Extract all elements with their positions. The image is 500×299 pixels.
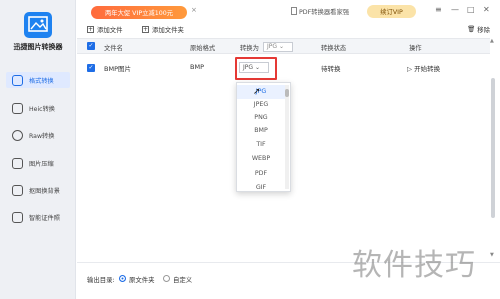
id-photo-icon bbox=[12, 211, 23, 223]
mouse-cursor-icon: ➚ bbox=[253, 87, 261, 97]
title-bar: 两年大促 VIP立减100元 × PDF转换器看家强 续订VIP ≡ — □ ✕ bbox=[77, 0, 500, 21]
sidebar-item-format-convert[interactable]: 格式转换 bbox=[6, 72, 70, 88]
batch-format-select[interactable]: JPG ⌄ bbox=[263, 42, 293, 52]
sidebar-item-label: Raw转换 bbox=[29, 132, 55, 140]
sidebar-item-id-photo[interactable]: 智能证件照 bbox=[6, 209, 70, 225]
maximize-icon[interactable]: □ bbox=[467, 5, 475, 14]
sidebar-item-compress[interactable]: 图片压缩 bbox=[6, 155, 70, 171]
format-option-bmp[interactable]: BMP bbox=[237, 124, 285, 138]
add-folder-label: 添加文件夹 bbox=[152, 26, 184, 34]
scrollbar-thumb[interactable] bbox=[285, 89, 289, 97]
add-file-icon: + bbox=[87, 26, 94, 33]
sidebar-item-cutout[interactable]: 抠图换背景 bbox=[6, 182, 70, 198]
sidebar-item-label: 抠图换背景 bbox=[29, 187, 60, 195]
raw-icon bbox=[12, 129, 23, 141]
format-option-jpeg[interactable]: JPEG bbox=[237, 98, 285, 112]
start-convert-button[interactable]: ▷ 开始转换 bbox=[407, 63, 440, 73]
minimize-icon[interactable]: — bbox=[451, 5, 459, 14]
scrollbar-thumb[interactable] bbox=[491, 78, 495, 218]
format-option-tif[interactable]: TIF bbox=[237, 138, 285, 152]
renew-vip-button[interactable]: 续订VIP bbox=[367, 5, 416, 18]
dropdown-scrollbar[interactable] bbox=[285, 85, 289, 189]
sidebar-item-label: Heic转换 bbox=[29, 105, 55, 113]
sidebar-item-label: 图片压缩 bbox=[29, 160, 54, 168]
promo-banner[interactable]: 两年大促 VIP立减100元 bbox=[91, 6, 187, 19]
add-folder-icon: + bbox=[142, 26, 149, 33]
compress-icon bbox=[12, 157, 23, 169]
table-row: ✓ BMP图片 BMP JPG ⌄ 待转换 ▷ 开始转换 bbox=[77, 60, 490, 76]
radio-original-folder[interactable] bbox=[119, 275, 126, 282]
cutout-icon bbox=[12, 184, 23, 196]
sidebar-item-raw[interactable]: Raw转换 bbox=[6, 127, 70, 143]
format-option-pdf[interactable]: PDF bbox=[237, 167, 285, 181]
add-file-button[interactable]: + 添加文件 bbox=[87, 25, 123, 34]
add-folder-button[interactable]: + 添加文件夹 bbox=[142, 25, 184, 34]
format-option-png[interactable]: PNG bbox=[237, 111, 285, 125]
original-folder-label[interactable]: 原文件夹 bbox=[129, 275, 155, 284]
table-header: ✓ 文件名 原始格式 转换为 JPG ⌄ 转换状态 操作 bbox=[77, 38, 490, 54]
col-action: 操作 bbox=[409, 45, 422, 52]
promo-close-icon[interactable]: × bbox=[191, 6, 197, 14]
format-option-jpg[interactable]: JPG bbox=[237, 85, 285, 99]
close-icon[interactable]: ✕ bbox=[483, 5, 490, 14]
table-scrollbar[interactable]: ▲ ▼ bbox=[490, 38, 496, 260]
sidebar-item-heic[interactable]: Heic转换 bbox=[6, 100, 70, 116]
app-logo-icon bbox=[24, 12, 52, 38]
start-convert-label: 开始转换 bbox=[414, 65, 441, 73]
col-convert-to: 转换为 bbox=[240, 45, 259, 52]
sidebar: 迅捷图片转换器 格式转换 Heic转换 Raw转换 图片压缩 抠图换背景 智能证… bbox=[0, 0, 76, 299]
radio-custom[interactable] bbox=[163, 275, 170, 282]
select-all-checkbox[interactable]: ✓ bbox=[87, 42, 95, 50]
scroll-up-icon[interactable]: ▲ bbox=[490, 38, 494, 44]
heic-icon bbox=[12, 102, 23, 114]
format-dropdown: JPG JPEG PNG BMP TIF WEBP PDF GIF bbox=[236, 82, 291, 192]
play-icon: ▷ bbox=[407, 65, 412, 73]
app-title: 迅捷图片转换器 bbox=[13, 43, 63, 51]
col-name: 文件名 bbox=[104, 45, 123, 52]
row-checkbox[interactable]: ✓ bbox=[87, 64, 95, 72]
highlight-box bbox=[235, 57, 277, 80]
add-file-label: 添加文件 bbox=[97, 26, 123, 34]
col-orig-format: 原始格式 bbox=[190, 45, 216, 52]
clear-button[interactable]: 🗑 移除 bbox=[467, 25, 490, 34]
trash-icon: 🗑 bbox=[467, 25, 476, 33]
col-status: 转换状态 bbox=[321, 45, 347, 52]
format-convert-icon bbox=[12, 74, 23, 86]
format-option-gif[interactable]: GIF bbox=[237, 181, 285, 195]
orig-format: BMP bbox=[190, 63, 204, 71]
scroll-down-icon[interactable]: ▼ bbox=[490, 252, 494, 258]
format-option-webp[interactable]: WEBP bbox=[237, 152, 285, 166]
clear-label: 移除 bbox=[477, 26, 490, 34]
pdf-icon bbox=[291, 7, 297, 15]
file-name: BMP图片 bbox=[104, 65, 131, 73]
output-dir-label: 输出目录: bbox=[87, 276, 115, 284]
menu-icon[interactable]: ≡ bbox=[435, 5, 442, 14]
custom-label[interactable]: 自定义 bbox=[173, 275, 192, 284]
watermark: 软件技巧 bbox=[352, 248, 476, 283]
pdf-ad-link[interactable]: PDF转换器看家强 bbox=[299, 7, 349, 16]
convert-status: 待转换 bbox=[321, 65, 341, 73]
toolbar: + 添加文件 + 添加文件夹 🗑 移除 bbox=[77, 21, 500, 37]
sidebar-item-label: 智能证件照 bbox=[29, 214, 60, 222]
sidebar-item-label: 格式转换 bbox=[29, 77, 54, 85]
